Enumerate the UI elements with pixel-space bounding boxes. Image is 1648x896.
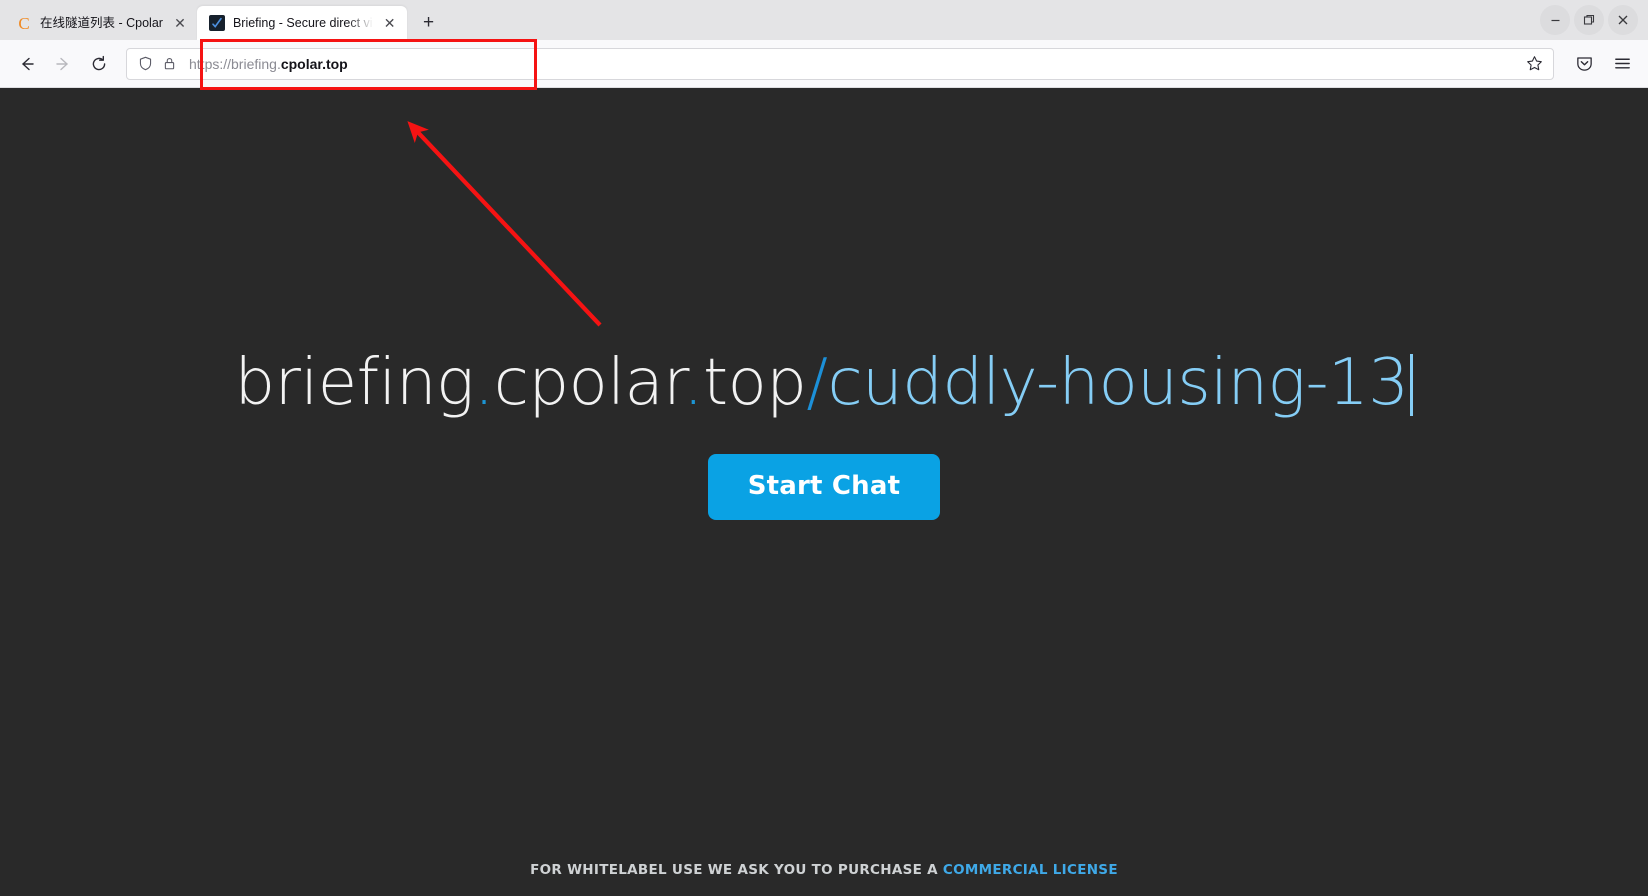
hero-host-2: cpolar (493, 346, 684, 420)
close-button[interactable] (1608, 5, 1638, 35)
start-chat-button[interactable]: Start Chat (707, 454, 941, 521)
tab-title: 在线隧道列表 - Cpolar (40, 16, 163, 30)
hero-dot-1: . (473, 346, 494, 420)
hero-host-1: briefing (234, 346, 475, 420)
padlock-icon[interactable] (161, 56, 177, 72)
address-bar[interactable]: https://briefing.cpolar.top (126, 47, 1554, 80)
reload-button[interactable] (82, 47, 116, 81)
room-name-input[interactable]: cuddly-housing-13 (827, 346, 1409, 420)
cpolar-letter-c-icon: C (18, 13, 30, 33)
browser-window: C 在线隧道列表 - Cpolar ✕ Briefing - Secure di… (0, 0, 1648, 896)
footer-text: FOR WHITELABEL USE WE ASK YOU TO PURCHAS… (530, 862, 938, 878)
url-domain: cpolar.top (280, 55, 348, 72)
room-url-heading: briefing.cpolar.top/cuddly-housing-13 (0, 348, 1648, 418)
hero-host-3: top (703, 346, 807, 420)
back-button[interactable] (10, 47, 44, 81)
star-outline-icon[interactable] (1523, 53, 1545, 75)
commercial-license-link[interactable]: COMMERCIAL LICENSE (943, 862, 1118, 878)
hero-dot-2: . (683, 346, 703, 420)
maximize-button[interactable] (1574, 5, 1604, 35)
hero-slash: / (806, 346, 828, 420)
minimize-button[interactable] (1540, 5, 1570, 35)
briefing-landing-page: briefing.cpolar.top/cuddly-housing-13 St… (0, 88, 1648, 896)
tab-close-icon[interactable]: ✕ (171, 14, 189, 32)
tab-strip: C 在线隧道列表 - Cpolar ✕ Briefing - Secure di… (0, 0, 1648, 40)
toolbar-right-actions (1564, 48, 1638, 80)
cta-wrapper: Start Chat (0, 454, 1648, 521)
tab-briefing[interactable]: Briefing - Secure direct vi ✕ (196, 6, 407, 40)
tab-cpolar-tunnels[interactable]: C 在线隧道列表 - Cpolar ✕ (4, 6, 197, 40)
window-controls (1540, 0, 1648, 40)
tab-close-icon[interactable]: ✕ (381, 14, 399, 32)
navigation-toolbar: https://briefing.cpolar.top (0, 40, 1648, 88)
pocket-save-icon[interactable] (1568, 48, 1600, 80)
new-tab-button[interactable]: + (413, 7, 445, 39)
text-cursor-caret (1410, 354, 1414, 416)
url-text[interactable]: https://briefing.cpolar.top (185, 49, 1515, 79)
hero-section: briefing.cpolar.top/cuddly-housing-13 St… (0, 348, 1648, 521)
forward-button[interactable] (46, 47, 80, 81)
tab-title: Briefing - Secure direct vi (232, 16, 373, 30)
whitelabel-footer: FOR WHITELABEL USE WE ASK YOU TO PURCHAS… (0, 862, 1648, 878)
briefing-checkmark-icon (208, 15, 225, 31)
url-scheme-host: https://briefing. (189, 55, 281, 72)
shield-icon[interactable] (137, 56, 153, 72)
hamburger-menu-icon[interactable] (1606, 48, 1638, 80)
